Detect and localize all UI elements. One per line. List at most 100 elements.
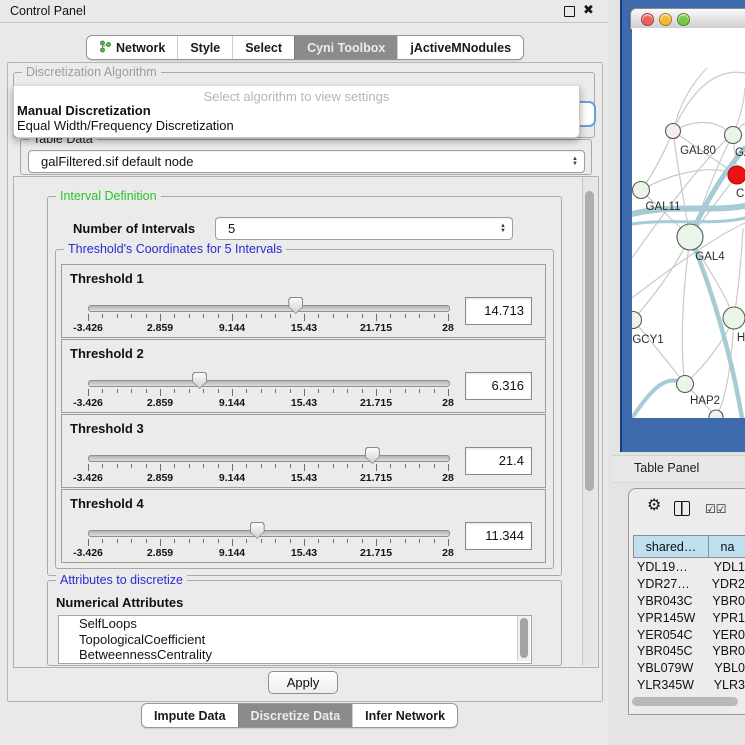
close-window-button[interactable] bbox=[641, 13, 654, 26]
attributes-list-scrollbar-thumb[interactable] bbox=[520, 618, 528, 658]
table-row[interactable]: YDL19…YDL1 bbox=[630, 559, 745, 576]
cell-name[interactable]: YDL1 bbox=[707, 560, 745, 574]
number-of-intervals-combobox[interactable]: 5 ▲▼ bbox=[215, 217, 513, 240]
minor-tick bbox=[189, 539, 190, 543]
numerical-attributes-list[interactable]: SelfLoopsTopologicalCoefficientBetweenne… bbox=[58, 615, 532, 664]
cell-shared-name[interactable]: YPR145W bbox=[630, 611, 705, 625]
cell-name[interactable]: YER0 bbox=[705, 628, 745, 642]
cell-shared-name[interactable]: YBL079W bbox=[630, 661, 707, 675]
minor-tick bbox=[347, 314, 348, 318]
network-edge bbox=[734, 228, 743, 318]
minor-tick bbox=[405, 389, 406, 393]
tab-impute-data[interactable]: Impute Data bbox=[142, 704, 238, 727]
minor-tick bbox=[174, 389, 175, 393]
table-row[interactable]: YIL052CYIL0 bbox=[630, 693, 745, 695]
cell-name[interactable]: YPR1 bbox=[705, 611, 745, 625]
apply-button[interactable]: Apply bbox=[268, 671, 338, 694]
cell-shared-name[interactable]: YDL19… bbox=[630, 560, 707, 574]
cell-shared-name[interactable]: YBR045C bbox=[630, 644, 705, 658]
column-header-shared-name[interactable]: shared… bbox=[633, 535, 709, 558]
horizontal-scrollbar[interactable] bbox=[632, 697, 742, 706]
network-node-pink[interactable] bbox=[666, 124, 681, 139]
zoom-window-button[interactable] bbox=[677, 13, 690, 26]
major-tick bbox=[448, 464, 449, 471]
network-view[interactable]: GAL80GACGAL11GAL4GCY1HHAP2 bbox=[632, 28, 745, 418]
vertical-scrollbar-thumb[interactable] bbox=[585, 191, 594, 491]
cell-name[interactable]: YLR3 bbox=[707, 678, 745, 692]
cell-shared-name[interactable]: YER054C bbox=[630, 628, 705, 642]
threshold-slider-track[interactable] bbox=[88, 455, 450, 462]
tab-jactivemnodules[interactable]: jActiveMNodules bbox=[397, 36, 523, 59]
algorithm-placeholder: Select algorithm to view settings bbox=[14, 89, 579, 104]
number-of-intervals-label: Number of Intervals bbox=[73, 221, 195, 236]
threshold-value-input[interactable]: 21.4 bbox=[465, 447, 532, 475]
cell-name[interactable]: YDR2 bbox=[705, 577, 745, 591]
cell-name[interactable]: YBR0 bbox=[705, 644, 745, 658]
major-tick bbox=[304, 539, 305, 546]
threshold-slider-track[interactable] bbox=[88, 530, 450, 537]
checkbox-icons[interactable]: ☑☑ bbox=[705, 502, 727, 516]
attribute-item-topologicalcoefficient[interactable]: TopologicalCoefficient bbox=[59, 632, 531, 648]
attribute-item-selfloops[interactable]: SelfLoops bbox=[59, 616, 531, 632]
tab-network[interactable]: Network bbox=[87, 36, 177, 59]
gear-icon[interactable]: ⚙ bbox=[647, 498, 661, 514]
table-row[interactable]: YBR045CYBR0 bbox=[630, 643, 745, 660]
network-node-green[interactable] bbox=[632, 312, 642, 329]
network-node-red[interactable] bbox=[728, 166, 745, 184]
minor-tick bbox=[261, 314, 262, 318]
cell-shared-name[interactable]: YDR27… bbox=[630, 577, 705, 591]
vertical-scrollbar[interactable] bbox=[582, 177, 597, 665]
network-window-titlebar[interactable] bbox=[630, 8, 745, 30]
table-data-combobox[interactable]: galFiltered.sif default node ▲▼ bbox=[28, 150, 585, 173]
threshold-value-input[interactable]: 6.316 bbox=[465, 372, 532, 400]
combo-spinner[interactable]: ▲▼ bbox=[494, 224, 512, 234]
combo-spinner[interactable]: ▲▼ bbox=[566, 157, 584, 167]
tab-discretize-data[interactable]: Discretize Data bbox=[238, 704, 353, 727]
tab-select[interactable]: Select bbox=[232, 36, 294, 59]
node-label-ga: GA bbox=[735, 147, 745, 159]
network-node-green[interactable] bbox=[633, 182, 650, 199]
tab-style[interactable]: Style bbox=[177, 36, 232, 59]
horizontal-scrollbar-thumb[interactable] bbox=[632, 697, 738, 706]
network-node-green[interactable] bbox=[677, 224, 703, 250]
minor-tick bbox=[419, 389, 420, 393]
algorithm-option-equal-width-frequency-discretization[interactable]: Equal Width/Frequency Discretization bbox=[17, 118, 234, 133]
minor-tick bbox=[275, 464, 276, 468]
minor-tick bbox=[390, 539, 391, 543]
spinner-down-icon: ▼ bbox=[572, 162, 578, 167]
tick-label: -3.426 bbox=[58, 472, 118, 484]
threshold-value-input[interactable]: 14.713 bbox=[465, 297, 532, 325]
tab-infer-network[interactable]: Infer Network bbox=[352, 704, 457, 727]
network-node-green[interactable] bbox=[723, 307, 745, 329]
table-row[interactable]: YBR043CYBR0 bbox=[630, 593, 745, 610]
cell-shared-name[interactable]: YBR043C bbox=[630, 594, 705, 608]
cell-shared-name[interactable]: YLR345W bbox=[630, 678, 707, 692]
threshold-slider-track[interactable] bbox=[88, 305, 450, 312]
table-row[interactable]: YPR145WYPR1 bbox=[630, 609, 745, 626]
table-row[interactable]: YDR27…YDR2 bbox=[630, 576, 745, 593]
table-row[interactable]: YBL079WYBL0 bbox=[630, 660, 745, 677]
attributes-list-scrollbar[interactable] bbox=[517, 616, 530, 661]
network-node-green[interactable] bbox=[677, 376, 694, 393]
threshold-value-input[interactable]: 11.344 bbox=[465, 522, 532, 550]
cell-name[interactable]: YBL0 bbox=[707, 661, 745, 675]
control-panel: Control Panel ✖ NetworkStyleSelectCyni T… bbox=[0, 0, 609, 745]
minor-tick bbox=[117, 464, 118, 468]
tab-cyni-toolbox[interactable]: Cyni Toolbox bbox=[294, 36, 397, 59]
column-header-name[interactable]: na bbox=[708, 535, 745, 558]
minor-tick bbox=[218, 314, 219, 318]
minimize-window-button[interactable] bbox=[659, 13, 672, 26]
float-panel-icon[interactable] bbox=[564, 6, 575, 17]
cell-name[interactable]: YBR0 bbox=[705, 594, 745, 608]
close-icon[interactable]: ✖ bbox=[583, 2, 594, 18]
columns-icon[interactable] bbox=[674, 501, 690, 516]
table-row[interactable]: YLR345WYLR3 bbox=[630, 677, 745, 694]
network-node-green[interactable] bbox=[725, 127, 742, 144]
table-row[interactable]: YER054CYER0 bbox=[630, 626, 745, 643]
attribute-item-betweennesscentrality[interactable]: BetweennessCentrality bbox=[59, 647, 531, 663]
minor-tick bbox=[131, 314, 132, 318]
threshold-slider-track[interactable] bbox=[88, 380, 450, 387]
algorithm-option-manual-discretization[interactable]: Manual Discretization bbox=[17, 103, 151, 118]
tab-label: Cyni Toolbox bbox=[307, 41, 385, 55]
minor-tick bbox=[347, 389, 348, 393]
